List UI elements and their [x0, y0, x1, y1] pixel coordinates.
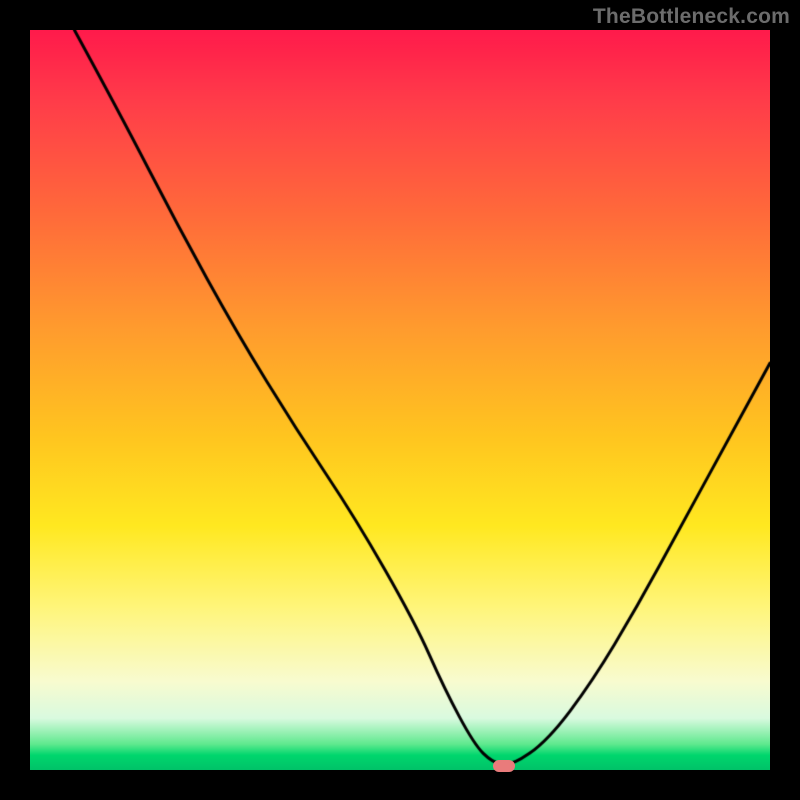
attribution-text: TheBottleneck.com	[593, 5, 790, 29]
optimum-marker	[493, 760, 515, 772]
chart-frame: TheBottleneck.com	[0, 0, 800, 800]
bottleneck-curve	[30, 30, 770, 770]
plot-area	[30, 30, 770, 770]
